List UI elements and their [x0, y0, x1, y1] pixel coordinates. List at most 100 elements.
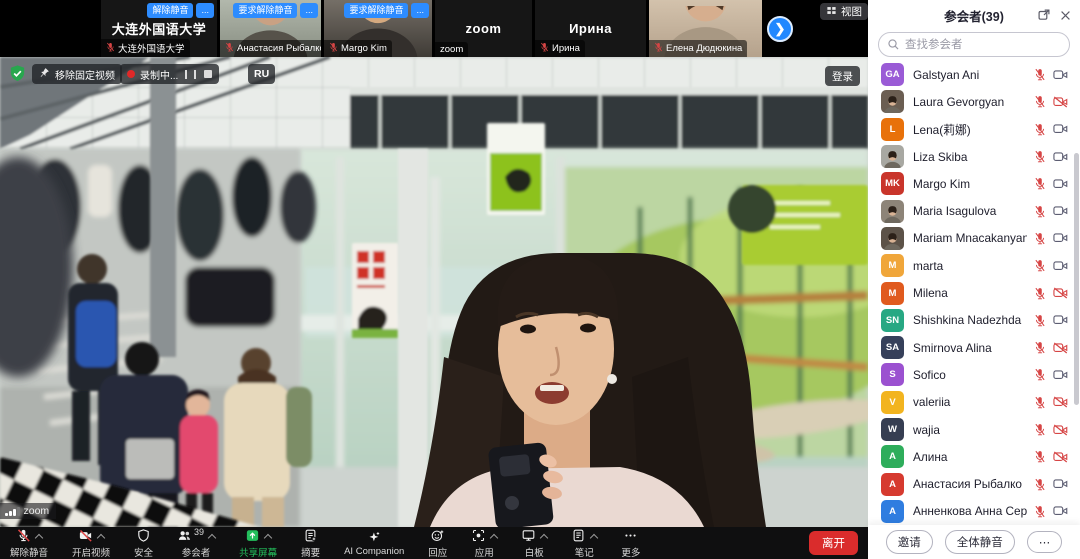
participant-row[interactable]: Liza Skiba — [868, 143, 1080, 170]
thumbnail-elena[interactable]: Елена Дюдюкина — [648, 0, 762, 57]
participant-row[interactable]: SA Smirnova Alina — [868, 334, 1080, 361]
participant-row[interactable]: Mariam Mnacakanyan — [868, 225, 1080, 252]
video-on-icon — [1053, 151, 1068, 163]
participant-name: Milena — [913, 286, 1027, 300]
muted-mic-icon — [1034, 95, 1046, 108]
participants-search-input[interactable] — [878, 32, 1070, 57]
participant-row[interactable]: AАнненкова Анна Сергеевна — [868, 498, 1080, 523]
toolbar-item-ai-companion[interactable]: AI Companion — [344, 529, 404, 557]
video-on-icon — [1053, 505, 1068, 517]
thumbnail-irina[interactable]: ИринаИрина — [534, 0, 646, 57]
participant-row[interactable]: Mmarta — [868, 252, 1080, 279]
login-button[interactable]: 登录 — [825, 66, 860, 86]
avatar: M — [881, 282, 904, 305]
zoom-watermark: zoom — [0, 503, 56, 519]
thumbnail-anastasia[interactable]: 要求解除静音...Анастасия Рыбалко — [219, 0, 321, 57]
unmute-request-button[interactable]: 要求解除静音 — [344, 3, 408, 18]
close-icon[interactable] — [1059, 9, 1072, 27]
view-button[interactable]: 视图 — [820, 3, 868, 20]
toolbar-item-notes[interactable]: 笔记 — [571, 528, 597, 559]
participant-row[interactable]: GAGalstyan Ani — [868, 61, 1080, 88]
ai-companion-icon — [367, 530, 382, 545]
chevron-up-icon[interactable] — [97, 533, 105, 541]
toolbar-item-unmute[interactable]: 解除静音 — [10, 528, 48, 559]
toolbar-item-summary[interactable]: 摘要 — [301, 528, 320, 559]
toolbar-item-start-video[interactable]: 开启视频 — [72, 528, 110, 559]
chevron-up-icon[interactable] — [35, 533, 43, 541]
participant-row[interactable]: SSofico — [868, 361, 1080, 388]
participant-row[interactable]: LLena(莉娜) — [868, 116, 1080, 143]
thumbnail-zoom[interactable]: zoomzoom — [434, 0, 532, 57]
next-page-button[interactable]: ❯ — [767, 16, 793, 42]
avatar — [881, 200, 904, 223]
stop-recording-button[interactable] — [204, 70, 212, 78]
chevron-up-icon[interactable] — [264, 533, 272, 541]
participant-row[interactable]: Laura Gevorgyan — [868, 88, 1080, 115]
video-on-icon — [1053, 205, 1068, 217]
chevron-up-icon[interactable] — [590, 533, 598, 541]
remove-pin-button[interactable]: 移除固定视频 — [32, 64, 122, 84]
video-on-icon — [1053, 369, 1068, 381]
connection-quality-icon — [5, 507, 20, 516]
participant-row[interactable]: Vvaleriia — [868, 389, 1080, 416]
participant-row[interactable]: SNShishkina Nadezhda — [868, 307, 1080, 334]
video-on-icon — [1053, 232, 1068, 244]
avatar: GA — [881, 63, 904, 86]
scrollbar[interactable] — [1074, 153, 1079, 405]
video-off-icon — [1053, 451, 1068, 463]
start-video-icon — [78, 528, 93, 543]
toolbar-item-security[interactable]: 安全 — [134, 528, 153, 559]
thumb-more-button[interactable]: ... — [300, 3, 318, 18]
muted-mic-icon — [106, 42, 115, 55]
thumb-more-button[interactable]: ... — [196, 3, 214, 18]
muted-mic-icon — [329, 42, 338, 55]
toolbar-item-participants[interactable]: 39参会者 — [177, 528, 215, 559]
video-off-icon — [1053, 396, 1068, 408]
pause-recording-button[interactable] — [185, 70, 196, 79]
participant-row[interactable]: MKMargo Kim — [868, 170, 1080, 197]
toolbar-item-more[interactable]: 更多 — [621, 528, 640, 559]
thumb-more-button[interactable]: ... — [411, 3, 429, 18]
toolbar-item-share-screen[interactable]: 共享屏幕 — [239, 528, 277, 559]
unmute-request-button[interactable]: 要求解除静音 — [233, 3, 297, 18]
avatar: SA — [881, 336, 904, 359]
leave-button[interactable]: 离开 — [809, 531, 858, 555]
invite-button[interactable]: 邀请 — [886, 530, 933, 554]
participant-name: Sofico — [913, 368, 1027, 382]
main-video[interactable]: 移除固定视频 录制中... RU 登录 zoom — [0, 57, 868, 527]
toolbar-item-whiteboard[interactable]: 白板 — [521, 528, 547, 559]
video-on-icon — [1053, 260, 1068, 272]
unmute-request-button[interactable]: 解除静音 — [147, 3, 193, 18]
thumbnail-margo[interactable]: 要求解除静音...Margo Kim — [323, 0, 432, 57]
muted-mic-icon — [1034, 478, 1046, 491]
muted-mic-icon — [1034, 396, 1046, 409]
avatar: A — [881, 445, 904, 468]
avatar: M — [881, 254, 904, 277]
apps-icon — [471, 528, 486, 543]
chevron-up-icon[interactable] — [208, 533, 216, 541]
participant-row[interactable]: M Milena — [868, 279, 1080, 306]
thumbnail-dlufl[interactable]: 大连外国语大学解除静音...大连外国语大学 — [100, 0, 217, 57]
interpretation-language-badge[interactable]: RU — [248, 64, 275, 84]
grid-icon — [826, 5, 837, 19]
video-off-icon — [1053, 342, 1068, 354]
thumb-name-label: Ирина — [535, 40, 585, 57]
participants-panel-header: 参会者(39) — [868, 0, 1080, 30]
participants-list[interactable]: GAGalstyan AniLaura GevorgyanLLena(莉娜)Li… — [868, 61, 1080, 523]
panel-more-button[interactable]: ⋯ — [1027, 531, 1063, 553]
participant-row[interactable]: Wwajia — [868, 416, 1080, 443]
mute-all-button[interactable]: 全体静音 — [945, 530, 1015, 554]
unmute-icon — [16, 528, 31, 543]
participant-row[interactable]: AАлина — [868, 443, 1080, 470]
security-shield-icon[interactable] — [8, 64, 27, 83]
chevron-up-icon[interactable] — [490, 533, 498, 541]
participant-row[interactable]: Maria Isagulova — [868, 197, 1080, 224]
muted-mic-icon — [1034, 68, 1046, 81]
participant-row[interactable]: AАнастасия Рыбалко — [868, 470, 1080, 497]
toolbar-item-apps[interactable]: 应用 — [471, 528, 497, 559]
toolbar-item-reactions[interactable]: 回应 — [428, 528, 447, 559]
popout-icon[interactable] — [1037, 8, 1051, 27]
muted-mic-icon — [1034, 287, 1046, 300]
participant-name: Smirnova Alina — [913, 341, 1027, 355]
chevron-up-icon[interactable] — [540, 533, 548, 541]
